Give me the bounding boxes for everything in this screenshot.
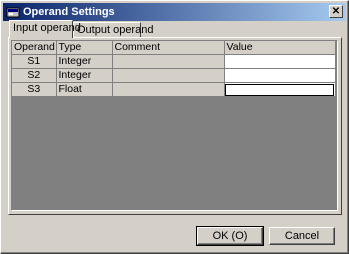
ok-button[interactable]: OK (O)	[196, 226, 264, 246]
type-cell: Float	[56, 82, 113, 97]
comment-cell	[112, 54, 225, 69]
value-cell[interactable]	[224, 68, 336, 83]
type-cell: Integer	[56, 54, 113, 69]
value-cell[interactable]	[224, 54, 336, 69]
operand-cell: S2	[12, 68, 57, 83]
operand-table: Operand Type Comment Value S1 Integer S2…	[12, 41, 336, 97]
close-button[interactable]: ✕	[329, 5, 343, 18]
comment-cell	[112, 82, 225, 97]
tab-output-operand[interactable]: Output operand	[73, 22, 153, 37]
app-icon	[6, 5, 20, 19]
operand-cell: S1	[12, 54, 57, 69]
column-header-comment[interactable]: Comment	[112, 41, 225, 55]
title-bar[interactable]: Operand Settings ✕	[3, 3, 346, 21]
table-row: S2 Integer	[12, 68, 336, 83]
type-cell: Integer	[56, 68, 113, 83]
window-title: Operand Settings	[23, 6, 115, 18]
operand-grid[interactable]: Operand Type Comment Value S1 Integer S2…	[11, 40, 338, 211]
close-icon: ✕	[331, 6, 341, 17]
table-header-row: Operand Type Comment Value	[12, 41, 336, 55]
cancel-button[interactable]: Cancel	[269, 227, 335, 245]
tab-input-operand[interactable]: Input operand	[9, 20, 81, 38]
column-header-value[interactable]: Value	[224, 41, 336, 55]
dialog-window: Operand Settings ✕ Input operand Output …	[0, 0, 349, 254]
value-cell-focused[interactable]	[224, 82, 336, 97]
table-row: S1 Integer	[12, 54, 336, 69]
column-header-operand[interactable]: Operand	[12, 41, 57, 55]
comment-cell	[112, 68, 225, 83]
table-row: S3 Float	[12, 82, 336, 97]
column-header-type[interactable]: Type	[56, 41, 113, 55]
operand-cell: S3	[12, 82, 57, 97]
